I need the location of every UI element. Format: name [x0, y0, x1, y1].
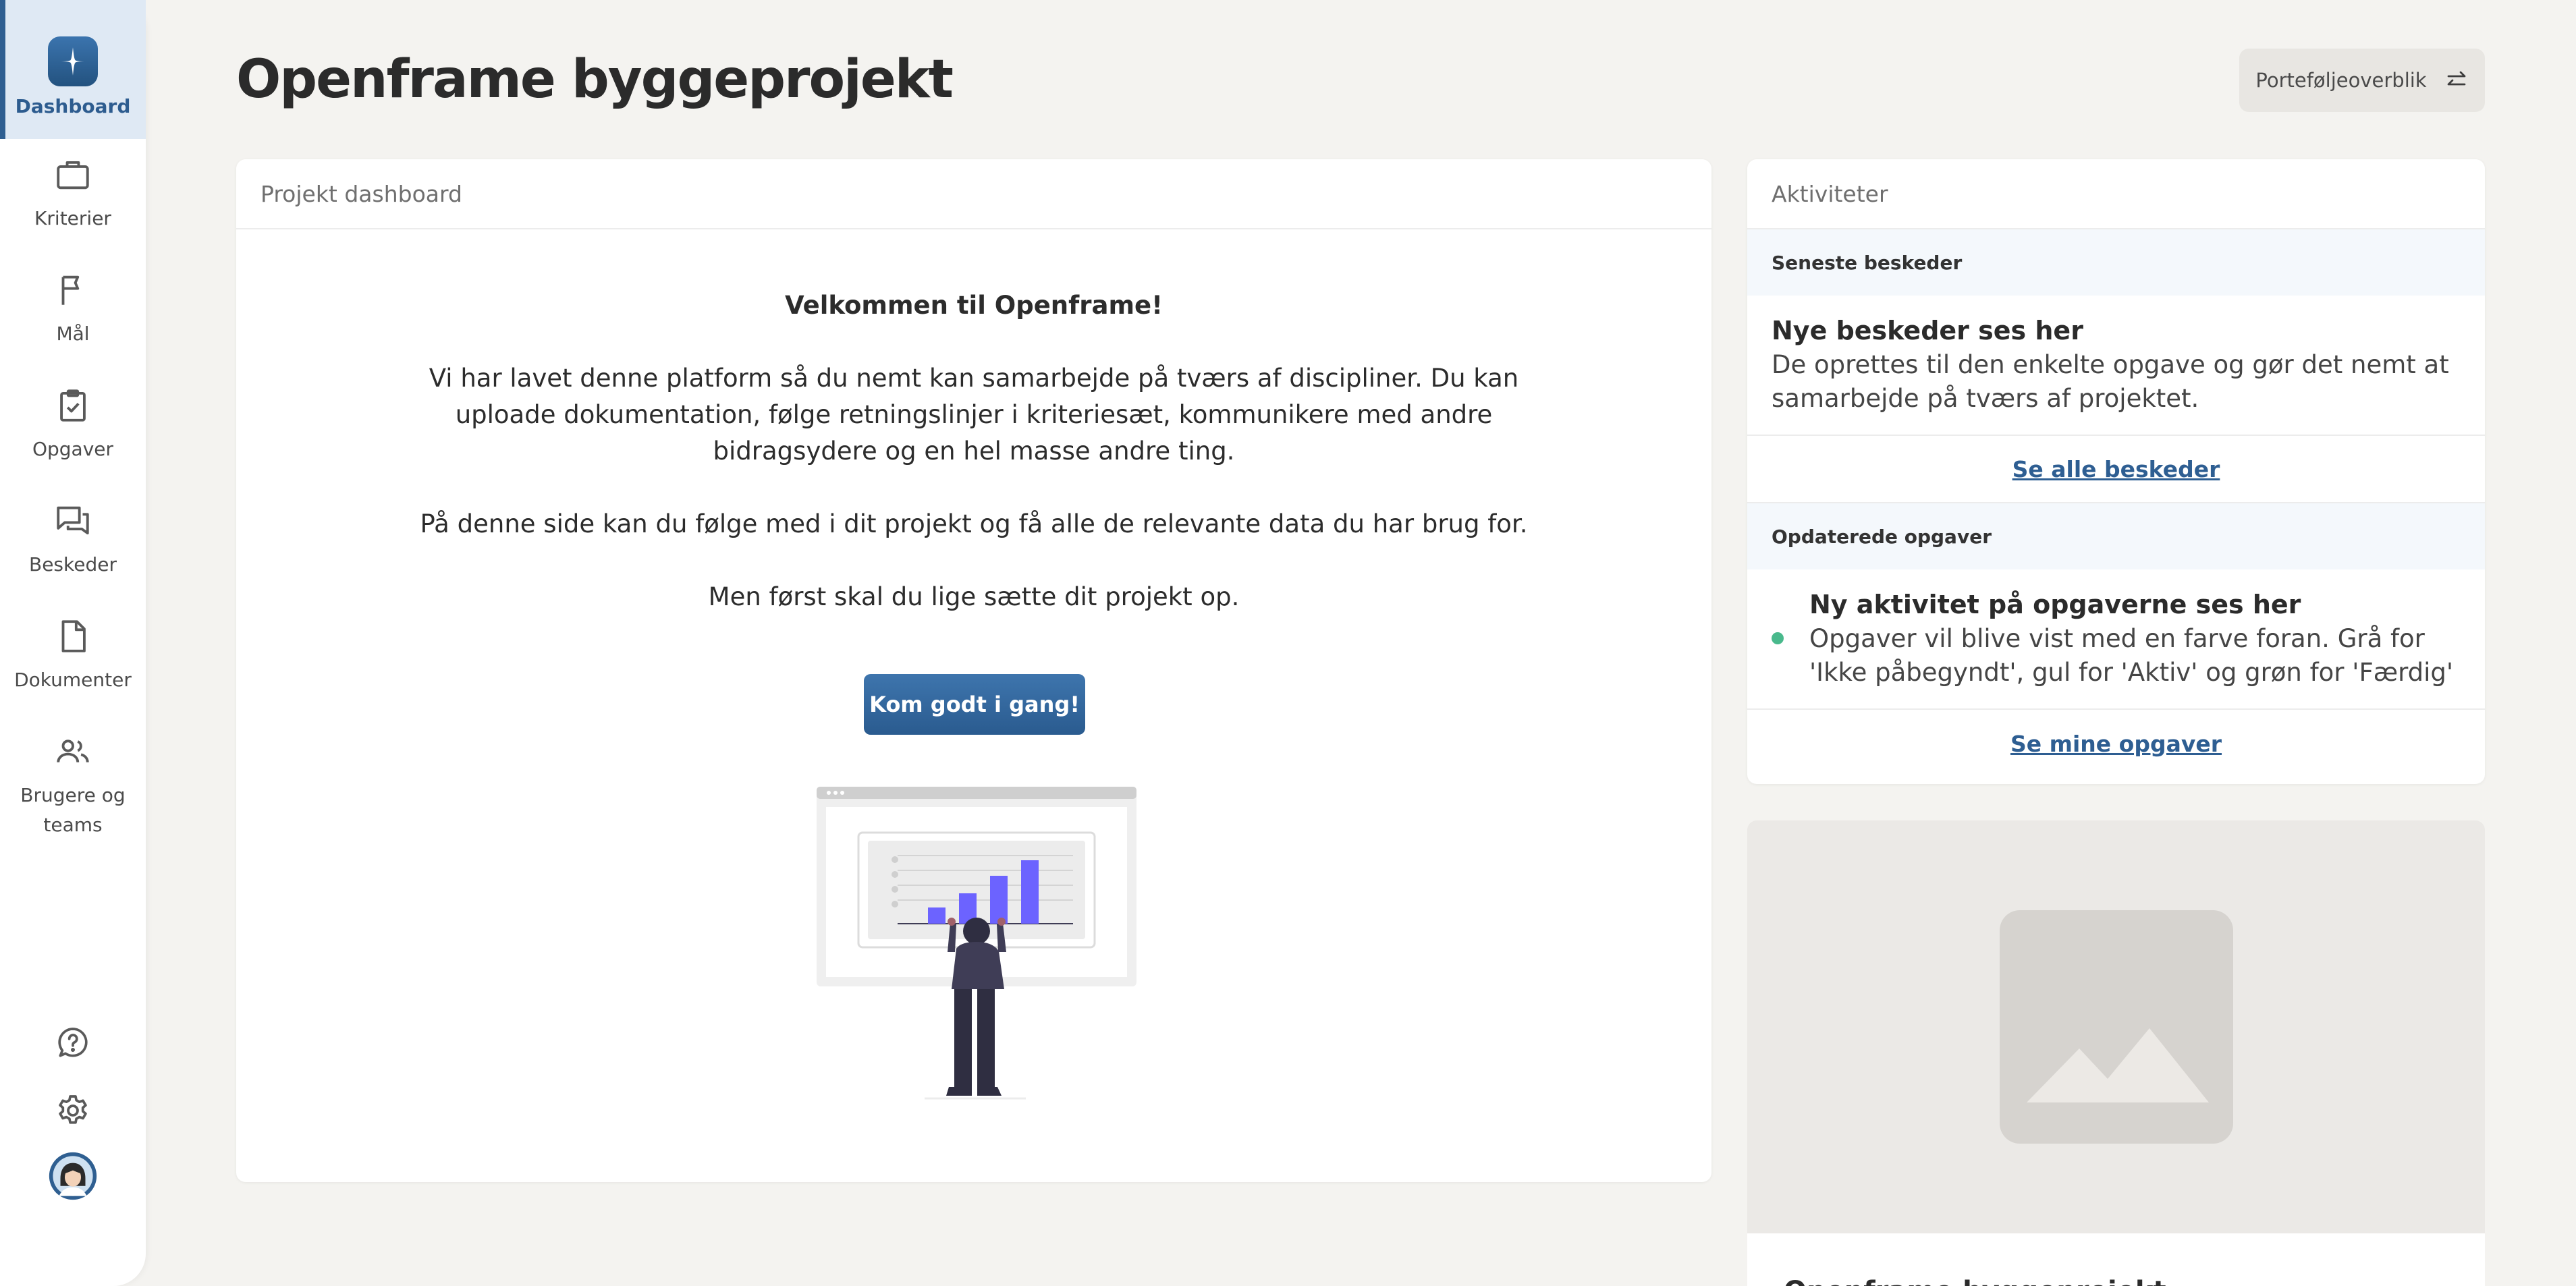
welcome-paragraph-2: På denne side kan du følge med i dit pro…: [420, 509, 1528, 538]
page-title: Openframe byggeprojekt: [236, 49, 954, 110]
dashboard-illustration: [817, 787, 1136, 1100]
project-image-area: [1747, 820, 2485, 1233]
dashboard-icon: [48, 36, 98, 86]
welcome-paragraph-3: Men først skal du lige sætte dit projekt…: [708, 582, 1240, 611]
get-started-button[interactable]: Kom godt i gang!: [864, 674, 1085, 735]
activities-card: Aktiviteter Seneste beskeder Nye beskede…: [1747, 159, 2485, 784]
briefcase-icon: [53, 155, 92, 194]
tasks-empty-state: Ny aktivitet på opgaverne ses her Opgave…: [1747, 569, 2485, 710]
sidebar-item-label: Brugere og teams: [20, 784, 126, 836]
sidebar-item-label: Opgaver: [32, 438, 114, 460]
status-dot-icon: [1772, 632, 1784, 644]
sidebar-item-dokumenter[interactable]: Dokumenter: [0, 617, 146, 695]
tasks-title: Ny aktivitet på opgaverne ses her: [1809, 590, 2301, 619]
welcome-paragraph-1: Vi har lavet denne platform så du nemt k…: [429, 364, 1519, 466]
avatar[interactable]: [0, 1151, 146, 1201]
mountain-image-icon: [2026, 1028, 2209, 1102]
portfolio-overview-button[interactable]: Porteføljeoverblik: [2239, 49, 2485, 112]
tasks-link-row: Se mine opgaver: [1747, 710, 2485, 777]
users-icon: [53, 732, 92, 771]
see-all-messages-link[interactable]: Se alle beskeder: [2012, 456, 2220, 482]
sidebar-item-label: Beskeder: [29, 553, 117, 576]
updated-tasks-heading: Opdaterede opgaver: [1747, 503, 2485, 569]
tasks-content: Ny aktivitet på opgaverne ses her Opgave…: [1809, 587, 2461, 690]
messages-link-row: Se alle beskeder: [1747, 436, 2485, 503]
portfolio-overview-label: Porteføljeoverblik: [2255, 69, 2427, 92]
project-image-card[interactable]: Openframe byggeprojekt: [1747, 820, 2485, 1286]
sidebar-item-brugere-og-teams[interactable]: Brugere og teams: [0, 732, 146, 840]
help-icon[interactable]: [0, 1024, 146, 1062]
welcome-section: Velkommen til Openframe! Vi har lavet de…: [236, 287, 1711, 615]
sidebar-item-label: Mål: [56, 323, 90, 345]
clipboard-check-icon: [53, 386, 92, 425]
tasks-text: Opgaver vil blive vist med en farve fora…: [1809, 624, 2454, 687]
sidebar: Dashboard Kriterier Mål Opgaver Beskeder…: [0, 0, 146, 1286]
latest-messages-heading: Seneste beskeder: [1747, 229, 2485, 296]
sidebar-item-label: Dokumenter: [14, 669, 132, 691]
welcome-title: Velkommen til Openframe!: [785, 291, 1163, 320]
see-my-tasks-link[interactable]: Se mine opgaver: [2010, 731, 2222, 757]
chat-icon: [53, 501, 92, 540]
document-icon: [53, 617, 92, 656]
messages-empty-state: Nye beskeder ses her De oprettes til den…: [1747, 296, 2485, 436]
flag-icon: [53, 271, 92, 310]
project-dashboard-card: Projekt dashboard Velkommen til Openfram…: [236, 159, 1711, 1182]
project-dashboard-header: Projekt dashboard: [236, 159, 1711, 229]
gear-icon[interactable]: [0, 1092, 146, 1129]
image-placeholder-icon: [1999, 910, 2233, 1144]
activities-header: Aktiviteter: [1747, 159, 2485, 229]
messages-text: De oprettes til den enkelte opgave og gø…: [1772, 350, 2449, 413]
project-card-title: Openframe byggeprojekt: [1747, 1233, 2485, 1286]
sidebar-item-dashboard[interactable]: Dashboard: [0, 0, 146, 139]
status-dot-column: [1772, 587, 1809, 690]
sidebar-item-label: Kriterier: [34, 207, 111, 229]
swap-arrows-icon: [2447, 71, 2465, 86]
sidebar-item-beskeder[interactable]: Beskeder: [0, 501, 146, 580]
sidebar-item-kriterier[interactable]: Kriterier: [0, 155, 146, 233]
sidebar-item-opgaver[interactable]: Opgaver: [0, 386, 146, 464]
sidebar-item-maal[interactable]: Mål: [0, 271, 146, 349]
messages-title: Nye beskeder ses her: [1772, 316, 2083, 345]
sidebar-item-label: Dashboard: [15, 95, 131, 117]
